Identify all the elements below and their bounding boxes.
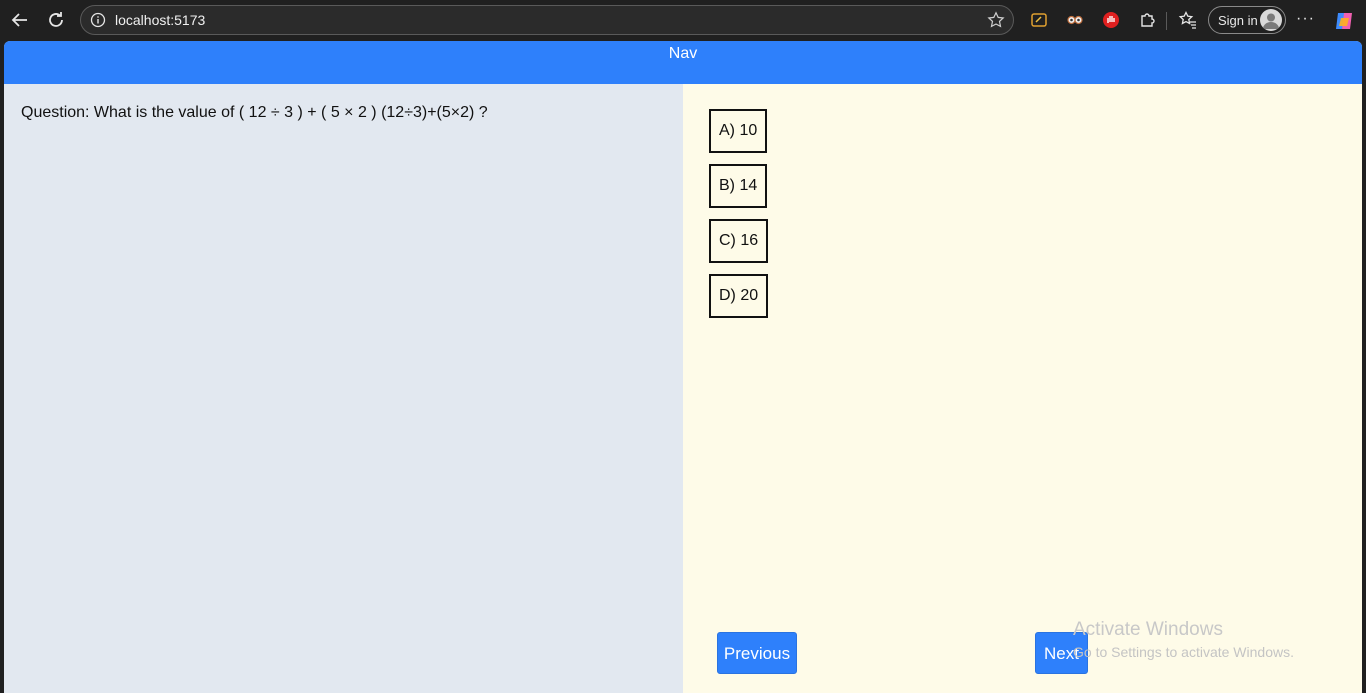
question-text: Question: What is the value of ( 12 ÷ 3 … [21, 104, 488, 121]
favorite-star-icon[interactable] [987, 11, 1005, 29]
sign-in-button[interactable]: Sign in [1208, 6, 1286, 34]
option-a[interactable]: A) 10 [709, 109, 768, 153]
copilot-icon[interactable] [1332, 9, 1356, 33]
toolbar-divider [1166, 12, 1167, 30]
question-panel: Question: What is the value of ( 12 ÷ 3 … [4, 84, 683, 693]
url-text[interactable]: localhost:5173 [115, 12, 205, 28]
nav-title: Nav [668, 45, 698, 62]
option-d[interactable]: D) 20 [709, 274, 769, 318]
extension-note-icon[interactable] [1029, 10, 1049, 30]
reload-icon[interactable] [44, 8, 68, 32]
sign-in-label: Sign in [1218, 13, 1258, 28]
address-bar[interactable]: localhost:5173 [80, 5, 1014, 35]
activate-windows-subtitle: Go to Settings to activate Windows. [1073, 644, 1294, 660]
answer-panel: A) 10 B) 14 C) 16 D) 20 Previous Next [683, 84, 1362, 693]
extension-owl-icon[interactable] [1065, 10, 1085, 30]
avatar-icon [1260, 9, 1282, 31]
activate-windows-title: Activate Windows [1073, 619, 1223, 640]
more-options-icon[interactable]: ··· [1296, 10, 1316, 30]
browser-toolbar: localhost:5173 Sign in ··· [0, 0, 1366, 41]
back-icon[interactable] [8, 8, 32, 32]
option-c[interactable]: C) 16 [709, 219, 769, 263]
option-b[interactable]: B) 14 [709, 164, 768, 208]
extension-stop-hand-icon[interactable] [1101, 10, 1121, 30]
previous-button[interactable]: Previous [717, 632, 797, 674]
top-nav: Nav [4, 41, 1362, 84]
page-viewport: Nav Question: What is the value of ( 12 … [4, 41, 1362, 693]
favorites-icon[interactable] [1178, 10, 1198, 30]
info-icon[interactable] [90, 12, 106, 28]
extensions-puzzle-icon[interactable] [1137, 10, 1157, 30]
